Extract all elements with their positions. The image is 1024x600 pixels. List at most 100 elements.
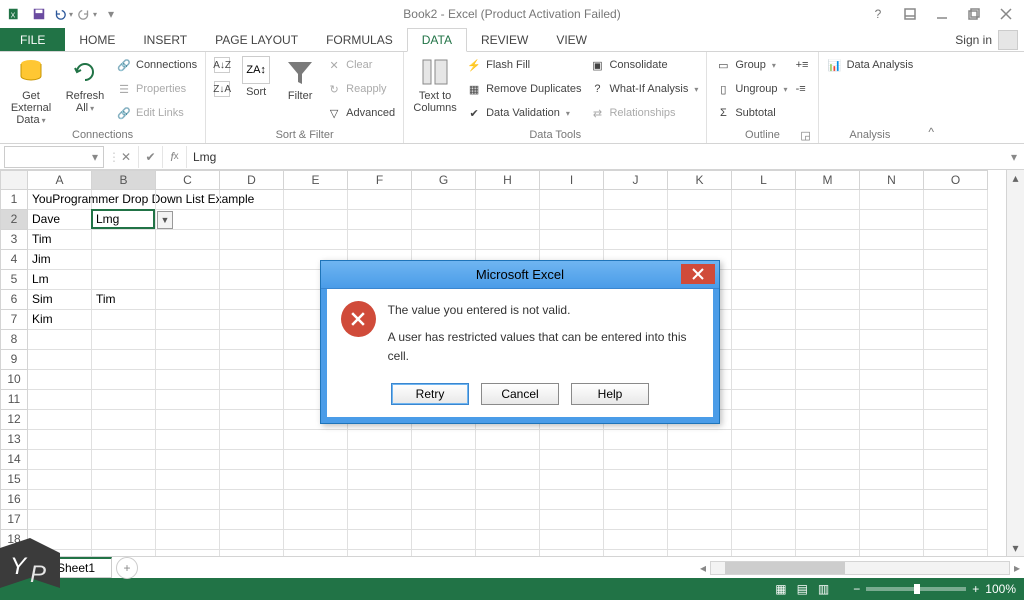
column-header-H[interactable]: H [476, 170, 540, 190]
cell-M14[interactable] [796, 450, 860, 470]
cell-E2[interactable] [284, 210, 348, 230]
cell-N13[interactable] [860, 430, 924, 450]
cell-C17[interactable] [156, 510, 220, 530]
cell-B1[interactable] [92, 190, 156, 210]
cell-C12[interactable] [156, 410, 220, 430]
cell-B14[interactable] [92, 450, 156, 470]
sort-desc-button[interactable]: Z↓A [212, 78, 232, 100]
tab-insert[interactable]: INSERT [129, 28, 201, 51]
row-header-9[interactable]: 9 [0, 350, 28, 370]
row-header-8[interactable]: 8 [0, 330, 28, 350]
cell-A4[interactable]: Jim [28, 250, 92, 270]
row-header-4[interactable]: 4 [0, 250, 28, 270]
zoom-out-button[interactable]: − [853, 582, 860, 596]
cell-J18[interactable] [604, 530, 668, 550]
cell-H1[interactable] [476, 190, 540, 210]
column-header-M[interactable]: M [796, 170, 860, 190]
tab-data[interactable]: DATA [407, 28, 467, 52]
row-header-14[interactable]: 14 [0, 450, 28, 470]
row-header-15[interactable]: 15 [0, 470, 28, 490]
cell-A12[interactable] [28, 410, 92, 430]
cell-H15[interactable] [476, 470, 540, 490]
cell-B6[interactable]: Tim [92, 290, 156, 310]
cell-J17[interactable] [604, 510, 668, 530]
cell-O3[interactable] [924, 230, 988, 250]
cell-D1[interactable] [220, 190, 284, 210]
cell-M17[interactable] [796, 510, 860, 530]
row-header-13[interactable]: 13 [0, 430, 28, 450]
cell-D8[interactable] [220, 330, 284, 350]
cell-N16[interactable] [860, 490, 924, 510]
cell-H16[interactable] [476, 490, 540, 510]
cell-A10[interactable] [28, 370, 92, 390]
cell-D16[interactable] [220, 490, 284, 510]
cell-I3[interactable] [540, 230, 604, 250]
cell-D17[interactable] [220, 510, 284, 530]
advanced-button[interactable]: ▽Advanced [324, 102, 397, 124]
zoom-slider[interactable] [866, 587, 966, 591]
cell-B15[interactable] [92, 470, 156, 490]
cell-D7[interactable] [220, 310, 284, 330]
cell-A1[interactable]: YouProgrammer Drop Down List Example [28, 190, 92, 210]
cell-B17[interactable] [92, 510, 156, 530]
cell-A19[interactable] [28, 550, 92, 556]
cell-I19[interactable] [540, 550, 604, 556]
cell-G17[interactable] [412, 510, 476, 530]
column-header-N[interactable]: N [860, 170, 924, 190]
sheet-nav-prev[interactable]: ◂ [0, 561, 20, 575]
close-button[interactable] [994, 4, 1018, 24]
cell-L12[interactable] [732, 410, 796, 430]
column-header-G[interactable]: G [412, 170, 476, 190]
cell-A15[interactable] [28, 470, 92, 490]
sheet-tab-sheet1[interactable]: Sheet1 [40, 557, 112, 578]
column-header-E[interactable]: E [284, 170, 348, 190]
row-header-10[interactable]: 10 [0, 370, 28, 390]
tab-home[interactable]: HOME [65, 28, 129, 51]
group-button[interactable]: ▭Group [713, 54, 789, 76]
help-button[interactable]: ? [866, 4, 890, 24]
text-to-columns-button[interactable]: Text to Columns [410, 54, 460, 114]
cell-A9[interactable] [28, 350, 92, 370]
minimize-button[interactable] [930, 4, 954, 24]
cell-L6[interactable] [732, 290, 796, 310]
cell-O8[interactable] [924, 330, 988, 350]
cell-O11[interactable] [924, 390, 988, 410]
row-header-7[interactable]: 7 [0, 310, 28, 330]
filter-button[interactable]: Filter [280, 54, 320, 102]
row-header-11[interactable]: 11 [0, 390, 28, 410]
cell-G18[interactable] [412, 530, 476, 550]
cell-L13[interactable] [732, 430, 796, 450]
cell-I18[interactable] [540, 530, 604, 550]
cell-J15[interactable] [604, 470, 668, 490]
flash-fill-button[interactable]: ⚡Flash Fill [464, 54, 583, 76]
cell-C1[interactable] [156, 190, 220, 210]
cell-L11[interactable] [732, 390, 796, 410]
cell-J16[interactable] [604, 490, 668, 510]
cell-E3[interactable] [284, 230, 348, 250]
name-box[interactable]: ▾ [4, 146, 104, 168]
cell-L15[interactable] [732, 470, 796, 490]
whatif-button[interactable]: ?What-If Analysis [587, 78, 700, 100]
qat-customize-button[interactable]: ▾ [100, 3, 122, 25]
cell-K13[interactable] [668, 430, 732, 450]
column-header-C[interactable]: C [156, 170, 220, 190]
cell-O14[interactable] [924, 450, 988, 470]
row-header-6[interactable]: 6 [0, 290, 28, 310]
cell-H2[interactable] [476, 210, 540, 230]
column-header-I[interactable]: I [540, 170, 604, 190]
cell-G13[interactable] [412, 430, 476, 450]
cell-I15[interactable] [540, 470, 604, 490]
cell-D13[interactable] [220, 430, 284, 450]
cell-N10[interactable] [860, 370, 924, 390]
cell-B7[interactable] [92, 310, 156, 330]
cell-E17[interactable] [284, 510, 348, 530]
cell-M2[interactable] [796, 210, 860, 230]
retry-button[interactable]: Retry [391, 383, 469, 405]
cell-I1[interactable] [540, 190, 604, 210]
cell-D18[interactable] [220, 530, 284, 550]
cell-N4[interactable] [860, 250, 924, 270]
cell-L4[interactable] [732, 250, 796, 270]
cell-K17[interactable] [668, 510, 732, 530]
cell-F18[interactable] [348, 530, 412, 550]
cell-E1[interactable] [284, 190, 348, 210]
